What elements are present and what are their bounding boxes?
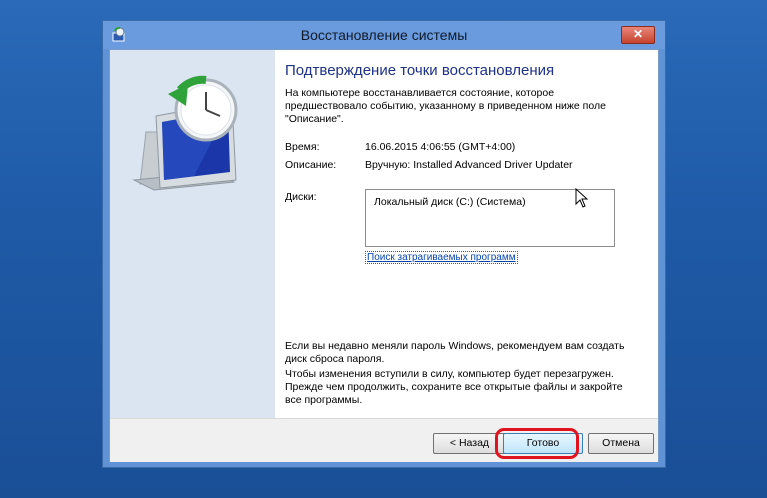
description-label: Описание:	[285, 159, 337, 171]
affected-programs-link[interactable]: Поиск затрагиваемых программ	[365, 251, 518, 264]
list-item[interactable]: Локальный диск (C:) (Система)	[374, 196, 526, 208]
mouse-pointer-icon	[575, 188, 589, 208]
button-bar: < Назад Готово Отмена	[110, 418, 658, 462]
description-value: Вручную: Installed Advanced Driver Updat…	[365, 159, 573, 171]
disks-label: Диски:	[285, 191, 317, 203]
close-icon: ✕	[632, 27, 644, 41]
time-label: Время:	[285, 141, 320, 153]
wizard-content: Подтверждение точки восстановления На ко…	[285, 50, 655, 418]
password-note: Если вы недавно меняли пароль Windows, р…	[285, 340, 625, 365]
cancel-button[interactable]: Отмена	[588, 433, 654, 454]
time-value: 16.06.2015 4:06:55 (GMT+4:00)	[365, 141, 516, 153]
monitor-clock-restore-icon	[132, 75, 238, 191]
title-bar[interactable]: Восстановление системы ✕	[103, 21, 665, 49]
wizard-client-area: Подтверждение точки восстановления На ко…	[109, 49, 659, 462]
left-illustration-panel	[110, 50, 275, 418]
restart-note: Чтобы изменения вступили в силу, компьют…	[285, 368, 623, 406]
system-restore-window: Восстановление системы ✕ Подтверждение т…	[102, 20, 666, 468]
back-button[interactable]: < Назад	[433, 433, 506, 454]
window-title: Восстановление системы	[300, 27, 468, 43]
finish-button[interactable]: Готово	[503, 433, 583, 454]
page-title: Подтверждение точки восстановления	[285, 62, 555, 79]
intro-text: На компьютере восстанавливается состояни…	[285, 87, 606, 125]
close-button[interactable]: ✕	[621, 26, 655, 44]
